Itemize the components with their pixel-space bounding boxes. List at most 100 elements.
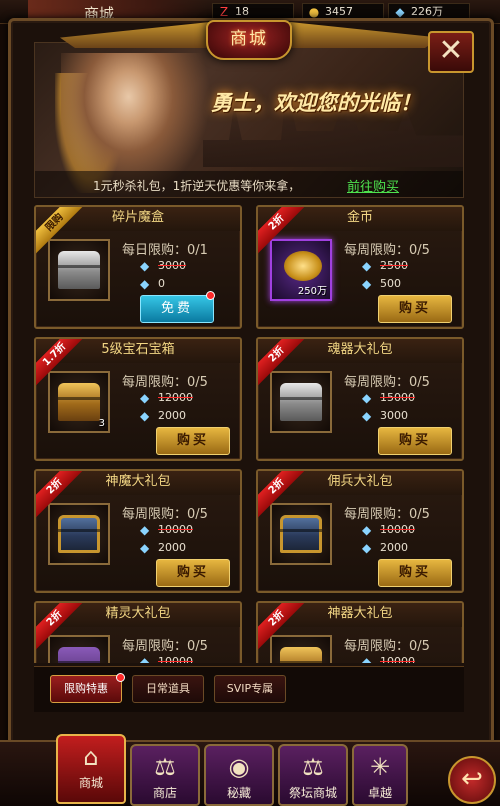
promo-strip: 1元秒杀礼包，1折逆天优惠等你来拿， 前往购买 [35, 171, 463, 197]
product-icon[interactable] [48, 239, 110, 301]
buy-button[interactable]: 购买 [378, 559, 452, 587]
nav-altar-mall[interactable]: ⚖ 祭坛商城 [278, 744, 348, 806]
diamond-icon: ◆ [140, 409, 150, 423]
notification-dot [206, 291, 215, 300]
window-title-badge: 商城 [206, 20, 292, 60]
altar-scale-icon: ⚖ [302, 753, 324, 781]
original-price: ◆ 2500 [362, 259, 408, 273]
diamond-icon: ◆ [362, 391, 372, 405]
nav-label: 商店 [152, 786, 177, 800]
nav-store[interactable]: ⚖ 商店 [130, 744, 200, 806]
purchase-limit: 每周限购：0/5 [344, 243, 430, 258]
nav-label: 卓越 [367, 786, 392, 800]
original-price: ◆ 10000 [362, 655, 415, 663]
scale-icon: ⚖ [154, 753, 176, 781]
window-title: 商城 [230, 29, 268, 49]
sale-price: ◆ 2000 [140, 409, 186, 423]
buy-button[interactable]: 购买 [156, 559, 230, 587]
product-card: 2折 精灵大礼包 每周限购：0/5 ◆ 10000 [34, 601, 242, 663]
diamond-icon: ◆ [362, 409, 372, 423]
sale-price: ◆ 3000 [362, 409, 408, 423]
product-card: 2折 魂器大礼包 每周限购：0/5 ◆ 15000 ◆ 3000 购买 [256, 337, 464, 461]
atom-icon: ✳ [369, 753, 391, 781]
sale-price: ◆ 2000 [140, 541, 186, 555]
category-tabs: 限购特惠 日常道具 SVIP专属 [34, 666, 464, 712]
product-card: 2折 佣兵大礼包 每周限购：0/5 ◆ 10000 ◆ 2000 购买 [256, 469, 464, 593]
nav-excellence[interactable]: ✳ 卓越 [352, 744, 408, 806]
close-button[interactable]: ✕ [428, 31, 474, 73]
nav-label: 祭坛商城 [288, 786, 337, 800]
nav-shop-mall[interactable]: ⌂ 商城 [56, 734, 126, 804]
nav-treasure[interactable]: ◉ 秘藏 [204, 744, 274, 806]
back-button[interactable]: ↩ [448, 756, 496, 804]
gold-chest-icon [280, 647, 322, 663]
diamond-icon: ◆ [395, 5, 405, 19]
original-price: ◆ 15000 [362, 391, 415, 405]
product-card: 限购 碎片魔盒 每日限购：0/1 ◆ 3000 ◆ 0 免费 [34, 205, 242, 329]
diamond-icon: ◆ [362, 541, 372, 555]
product-icon[interactable]: 250万 [270, 239, 332, 301]
original-price: ◆ 10000 [140, 655, 193, 663]
gold-coin-pile-icon [284, 251, 322, 281]
original-price: ◆ 10000 [362, 523, 415, 537]
silver-chest-icon [280, 383, 322, 421]
diamond-icon: ◆ [362, 523, 372, 537]
item-quantity: 250万 [297, 286, 327, 297]
eye-icon: ◉ [228, 753, 250, 781]
violet-chest-icon [58, 647, 100, 663]
sale-price: ◆ 2000 [362, 541, 408, 555]
tab-daily-items[interactable]: 日常道具 [132, 675, 204, 703]
original-price: ◆ 10000 [140, 523, 193, 537]
purchase-limit: 每周限购：0/5 [122, 507, 208, 522]
diamond-icon: ◆ [362, 277, 372, 291]
diamond-icon: ◆ [140, 277, 150, 291]
product-card: 2折 金币 250万 每周限购：0/5 ◆ 2500 ◆ 500 购买 [256, 205, 464, 329]
blue-chest-icon [280, 515, 322, 553]
purchase-limit: 每周限购：0/5 [344, 639, 430, 654]
close-icon: ✕ [438, 33, 464, 68]
free-claim-button[interactable]: 免费 [140, 295, 214, 323]
product-icon[interactable] [270, 503, 332, 565]
diamond-icon: ◆ [362, 655, 372, 663]
nav-label: 秘藏 [226, 786, 251, 800]
buy-button[interactable]: 购买 [156, 427, 230, 455]
diamond-value: 226万 [411, 5, 443, 18]
product-icon[interactable] [48, 503, 110, 565]
promo-text: 1元秒杀礼包，1折逆天优惠等你来拿， [93, 179, 301, 193]
sale-price: ◆ 0 [140, 277, 165, 291]
product-grid: 限购 碎片魔盒 每日限购：0/1 ◆ 3000 ◆ 0 免费 2折 金币 250万 … [34, 205, 464, 663]
buy-button[interactable]: 购买 [378, 295, 452, 323]
purchase-limit: 每周限购：0/5 [344, 375, 430, 390]
original-price: ◆ 12000 [140, 391, 193, 405]
purchase-limit: 每日限购：0/1 [122, 243, 208, 258]
diamond-icon: ◆ [362, 259, 372, 273]
product-card: 1.7折 5级宝石宝箱 3 每周限购：0/5 ◆ 12000 ◆ 2000 购买 [34, 337, 242, 461]
buy-button[interactable]: 购买 [378, 427, 452, 455]
diamond-icon: ◆ [140, 655, 150, 663]
return-arrow-icon: ↩ [461, 764, 483, 794]
diamond-icon: ◆ [140, 523, 150, 537]
shop-house-icon: ⌂ [83, 743, 99, 771]
item-quantity: 3 [98, 418, 105, 429]
blue-chest-icon [58, 515, 100, 553]
sale-price: ◆ 500 [362, 277, 401, 291]
product-icon[interactable]: 3 [48, 371, 110, 433]
product-icon[interactable] [48, 635, 110, 663]
diamond-icon: ◆ [140, 391, 150, 405]
original-price: ◆ 3000 [140, 259, 186, 273]
purchase-limit: 每周限购：0/5 [122, 375, 208, 390]
product-icon[interactable] [270, 635, 332, 663]
purchase-limit: 每周限购：0/5 [344, 507, 430, 522]
tab-limited-offers[interactable]: 限购特惠 [50, 675, 122, 703]
silver-chest-icon [58, 251, 100, 289]
bottom-navigation: ⌂ 商城 ⚖ 商店 ◉ 秘藏 ⚖ 祭坛商城 ✳ 卓越 [0, 734, 500, 806]
level-badge-icon: Z [219, 5, 229, 19]
purchase-limit: 每周限购：0/5 [122, 639, 208, 654]
gold-coin-icon: ● [308, 5, 320, 19]
welcome-banner: 勇士，欢迎您的光临！ 1元秒杀礼包，1折逆天优惠等你来拿， 前往购买 [34, 42, 464, 198]
notification-dot [116, 673, 125, 682]
tab-svip-exclusive[interactable]: SVIP专属 [214, 675, 286, 703]
gold-value: 3457 [325, 5, 353, 18]
product-icon[interactable] [270, 371, 332, 433]
promo-link[interactable]: 前往购买 [347, 176, 399, 195]
